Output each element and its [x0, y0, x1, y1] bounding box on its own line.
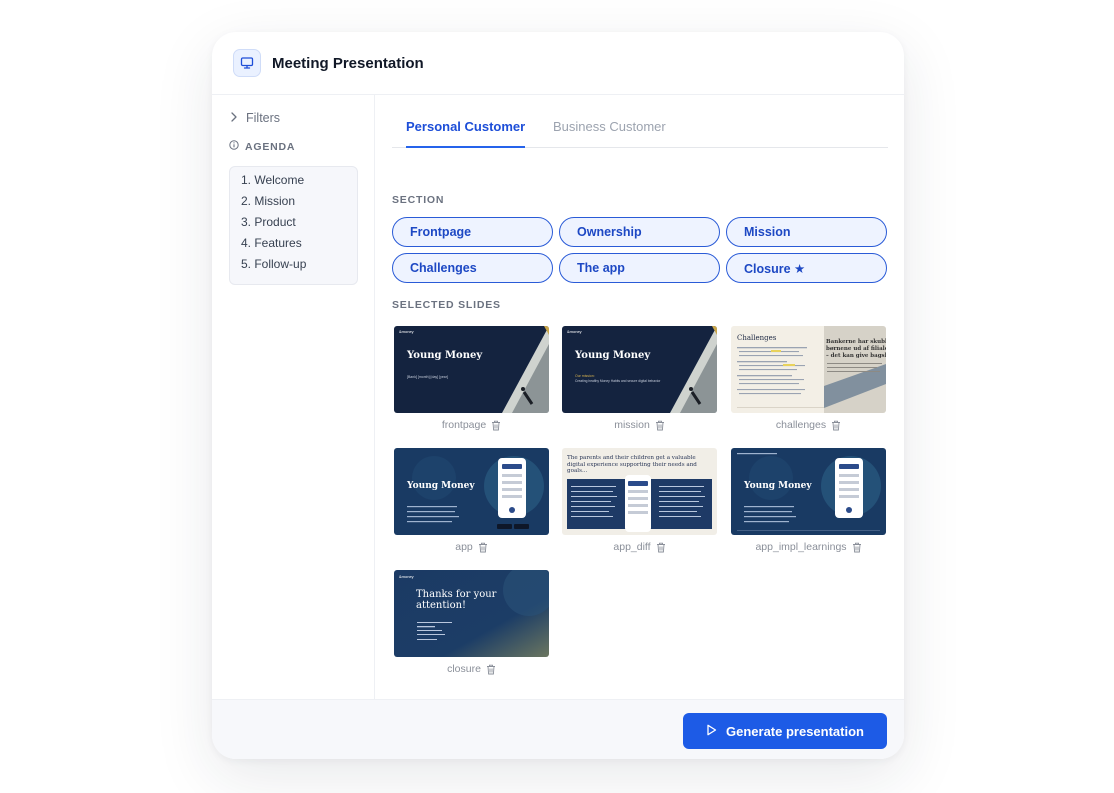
slide-name: closure: [447, 663, 481, 675]
trash-icon[interactable]: [478, 542, 488, 553]
slide-name: challenges: [775, 419, 827, 431]
section-chip-frontpage[interactable]: Frontpage: [392, 217, 553, 247]
svg-text:børnene ud af filialen: børnene ud af filialen: [826, 346, 886, 352]
selected-slides-label: SELECTED SLIDES: [392, 299, 501, 311]
window-title: Meeting Presentation: [272, 54, 424, 72]
slide-thumbnail: Young Money: [731, 448, 886, 535]
svg-text:– det kan give bagslag: – det kan give bagslag: [826, 353, 886, 359]
trash-icon[interactable]: [655, 420, 665, 431]
slide-heading: Young Money: [406, 481, 475, 491]
section-chip-mission[interactable]: Mission: [726, 217, 887, 247]
slide-logo: &money: [399, 329, 414, 334]
slide-subtext-accent: Our mission:: [575, 374, 595, 378]
agenda-label: AGENDA: [245, 140, 296, 153]
slide-thumbnail: The parents and their children get a val…: [562, 448, 717, 535]
agenda-item: 5. Follow-up: [241, 257, 307, 271]
filters-toggle[interactable]: Filters: [230, 111, 280, 125]
slide-thumbnail: &money Young Money [Bank] [month] [day] …: [394, 326, 549, 413]
slide-card[interactable]: &money Thanks for your attention! closur…: [394, 570, 549, 675]
agenda-list: 1. Welcome 2. Mission 3. Product 4. Feat…: [229, 166, 358, 285]
slide-subtext: Creating healthy Money Habits and secure…: [575, 379, 661, 383]
trash-icon[interactable]: [831, 420, 841, 431]
slide-heading: Young Money: [574, 350, 651, 361]
slide-card[interactable]: Challenges Bankerne har skubbet børn: [731, 326, 886, 431]
trash-icon[interactable]: [852, 542, 862, 553]
section-chip-challenges[interactable]: Challenges: [392, 253, 553, 283]
generate-presentation-button[interactable]: Generate presentation: [683, 713, 887, 749]
generate-label: Generate presentation: [726, 723, 864, 739]
slide-card[interactable]: &money Young Money [Bank] [month] [day] …: [394, 326, 549, 431]
customer-tabs: Personal Customer Business Customer: [392, 116, 888, 148]
slide-logo: &money: [567, 329, 582, 334]
slide-heading: Challenges: [737, 334, 777, 342]
slide-name: frontpage: [441, 419, 487, 431]
agenda-item: 1. Welcome: [241, 173, 305, 187]
trash-icon[interactable]: [656, 542, 666, 553]
section-chip-ownership[interactable]: Ownership: [559, 217, 720, 247]
footer-bar: Generate presentation: [212, 699, 904, 759]
slide-thumbnail: Challenges Bankerne har skubbet børn: [731, 326, 886, 413]
slide-subtext: [Bank] [month] [day] [year]: [407, 375, 448, 379]
trash-icon[interactable]: [491, 420, 501, 431]
slide-heading: Young Money: [406, 350, 483, 361]
slide-name: app_impl_learnings: [755, 541, 847, 553]
slide-logo: &money: [399, 574, 414, 579]
info-circle-icon: [229, 140, 239, 153]
agenda-item: 2. Mission: [241, 194, 296, 208]
tab-personal-customer[interactable]: Personal Customer: [406, 116, 526, 148]
section-chip-closure[interactable]: Closure ★: [726, 253, 887, 283]
slide-heading: Young Money: [743, 481, 812, 491]
slide-name: app_diff: [613, 541, 651, 553]
slide-card[interactable]: Young Money app: [394, 448, 549, 553]
window-header: Meeting Presentation: [212, 32, 904, 95]
slide-heading: Thanks for your attention!: [416, 589, 497, 611]
sidebar: Filters AGENDA 1. Welcome 2. Mission 3. …: [212, 95, 375, 699]
slide-thumbnail: &money Thanks for your attention!: [394, 570, 549, 657]
section-chip-the-app[interactable]: The app: [559, 253, 720, 283]
meeting-presentation-window: Meeting Presentation Filters AGENDA 1. W…: [212, 32, 904, 759]
agenda-heading: AGENDA: [229, 140, 295, 153]
slide-name: mission: [614, 419, 650, 431]
slide-card[interactable]: Young Money app_impl_learnings: [731, 448, 886, 553]
monitor-icon: [233, 49, 261, 77]
agenda-item: 4. Features: [241, 236, 302, 250]
tab-business-customer[interactable]: Business Customer: [553, 116, 666, 148]
main-panel: Personal Customer Business Customer SECT…: [376, 95, 904, 699]
agenda-item: 3. Product: [241, 215, 296, 229]
trash-icon[interactable]: [486, 664, 496, 675]
play-icon: [706, 724, 717, 739]
slide-card[interactable]: &money Young Money Our mission: Creating…: [562, 326, 717, 431]
chevron-right-icon: [230, 111, 238, 125]
filters-label: Filters: [246, 111, 281, 125]
slide-name: app: [455, 541, 473, 553]
slide-thumbnail: &money Young Money Our mission: Creating…: [562, 326, 717, 413]
slide-card[interactable]: The parents and their children get a val…: [562, 448, 717, 553]
section-label: SECTION: [392, 194, 445, 206]
slide-heading: The parents and their children get a val…: [567, 455, 697, 475]
svg-text:Bankerne har skubbet: Bankerne har skubbet: [826, 339, 886, 345]
slide-thumbnail: Young Money: [394, 448, 549, 535]
